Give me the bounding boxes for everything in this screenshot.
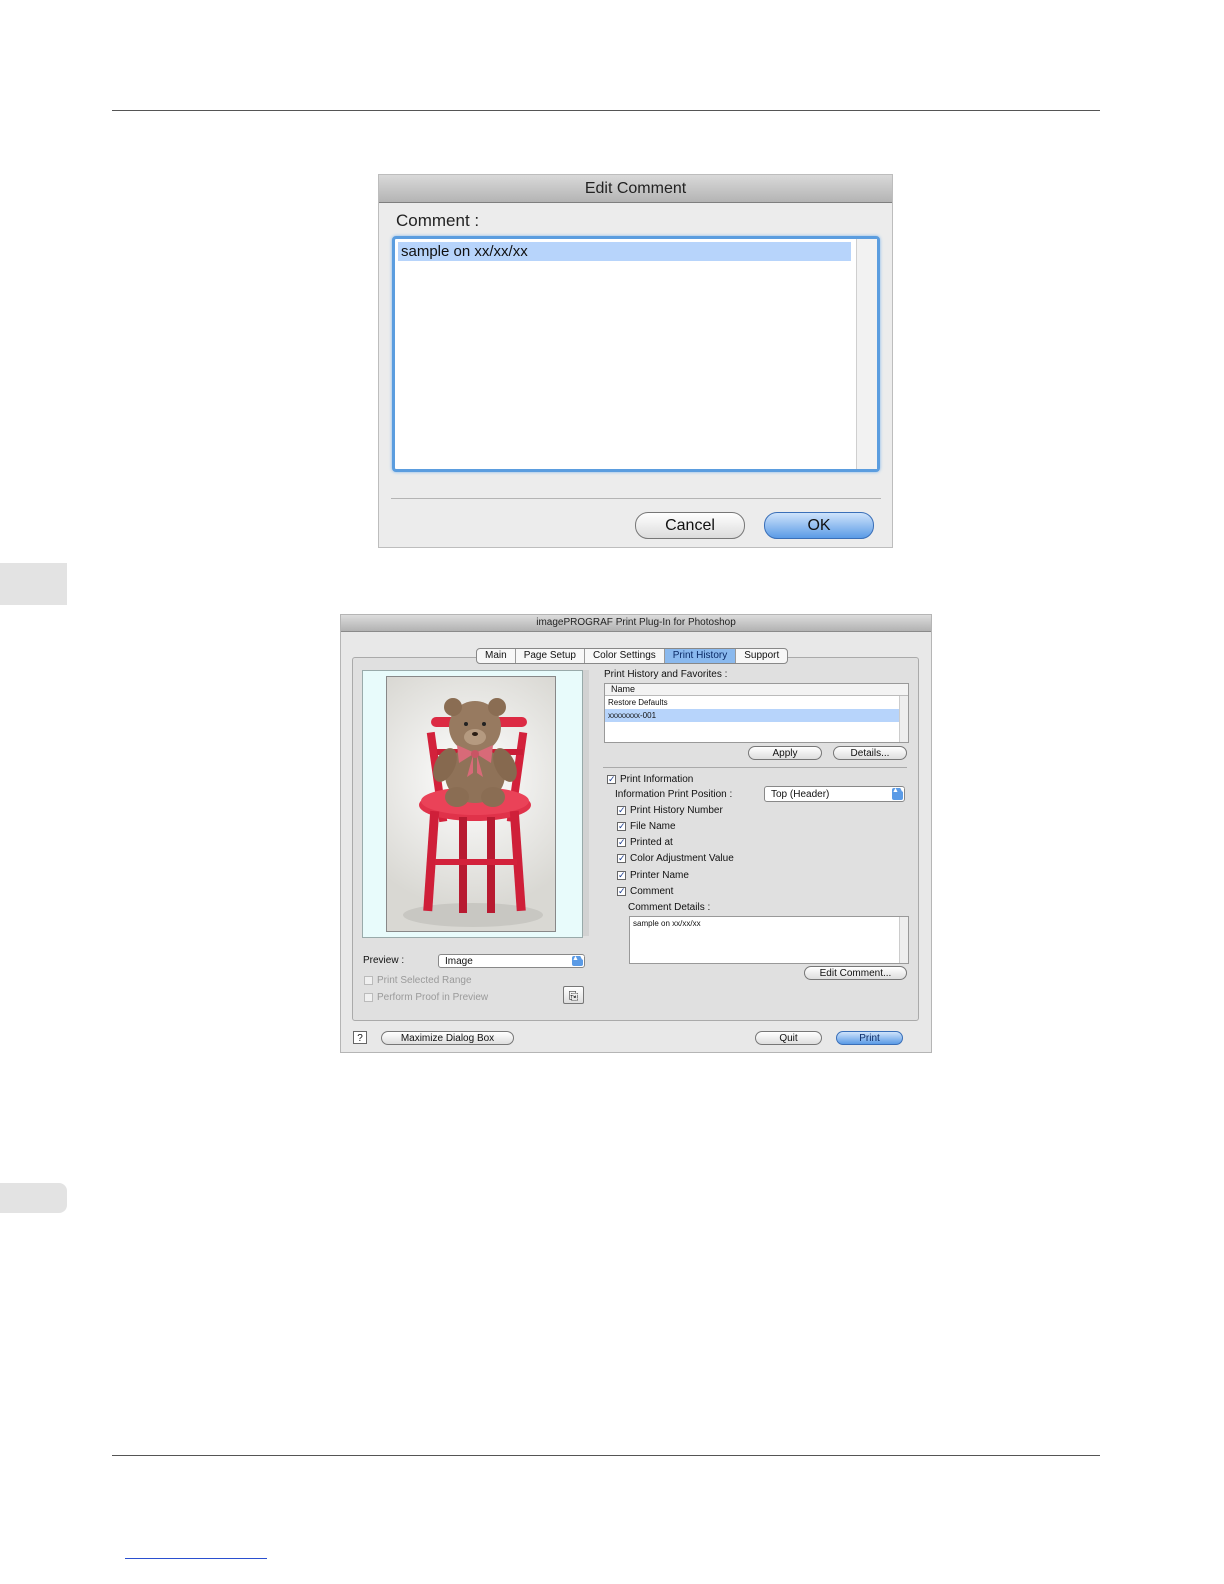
proof-icon: ⎘ — [568, 989, 579, 1003]
check-icon: ✓ — [618, 870, 626, 880]
comment-text[interactable]: sample on xx/xx/xx — [398, 242, 851, 261]
perform-proof-checkbox — [364, 993, 373, 1002]
proof-preview-button[interactable]: ⎘ — [563, 986, 584, 1004]
header-rule — [112, 110, 1100, 111]
printed-at-label: Printed at — [630, 837, 673, 848]
file-name-label: File Name — [630, 821, 676, 832]
quit-button[interactable]: Quit — [755, 1031, 822, 1045]
check-icon: ✓ — [608, 774, 616, 784]
footer-rule — [112, 1455, 1100, 1456]
print-information-checkbox[interactable]: ✓ — [607, 775, 616, 784]
perform-proof-label: Perform Proof in Preview — [377, 992, 489, 1003]
comment-label: Comment : — [396, 211, 480, 230]
comment-details-label: Comment Details : — [628, 902, 711, 913]
history-label: Print History and Favorites : — [604, 669, 728, 680]
tab-bar: Main Page Setup Color Settings Print His… — [476, 648, 789, 664]
history-row-label: xxxxxxxx-001 — [608, 711, 657, 720]
color-adjustment-label: Color Adjustment Value — [630, 853, 734, 864]
printer-name-label: Printer Name — [630, 870, 689, 881]
history-list: Name Restore Defaults xxxxxxxx-001 — [604, 683, 909, 743]
check-icon: ✓ — [618, 837, 626, 847]
check-icon: ✓ — [618, 886, 626, 896]
edit-comment-dialog: Edit Comment Comment : sample on xx/xx/x… — [379, 175, 892, 547]
side-tab-marker-lower — [0, 1183, 67, 1213]
history-row-label: Restore Defaults — [608, 698, 668, 707]
preview-label: Preview : — [363, 955, 405, 966]
printer-name-checkbox[interactable]: ✓ — [617, 871, 626, 880]
comment-checkbox[interactable]: ✓ — [617, 887, 626, 896]
preview-scrollbar[interactable] — [583, 670, 589, 936]
teddy-bear-on-chair-image — [403, 698, 543, 927]
tab-page-setup[interactable]: Page Setup — [516, 649, 585, 663]
preview-select[interactable]: Image ▲▼ — [438, 954, 586, 968]
preview-pane — [362, 670, 583, 938]
ok-button[interactable]: OK — [764, 512, 874, 539]
edit-comment-button[interactable]: Edit Comment... — [804, 966, 907, 980]
color-adjustment-checkbox[interactable]: ✓ — [617, 854, 626, 863]
dialog-separator — [391, 498, 881, 499]
comment-details-field[interactable]: sample on xx/xx/xx — [629, 916, 909, 964]
comment-details-text: sample on xx/xx/xx — [633, 919, 701, 928]
preview-image — [386, 676, 556, 932]
plugin-dialog: imagePROGRAF Print Plug-In for Photoshop… — [341, 615, 931, 1052]
side-tab-marker — [0, 563, 67, 605]
section-separator — [603, 767, 907, 768]
print-selected-range-checkbox — [364, 976, 373, 985]
preview-select-value: Image — [445, 956, 473, 967]
check-icon: ✓ — [618, 853, 626, 863]
footer-link-underline[interactable] — [125, 1558, 267, 1559]
plugin-dialog-title: imagePROGRAF Print Plug-In for Photoshop — [341, 615, 931, 632]
popup-arrows-icon: ▲▼ — [572, 955, 586, 966]
comment-label: Comment — [630, 886, 674, 897]
position-select[interactable]: Top (Header) ▲▼ — [764, 786, 906, 802]
printed-at-checkbox[interactable]: ✓ — [617, 838, 626, 847]
comment-textarea[interactable]: sample on xx/xx/xx — [392, 236, 880, 472]
history-scrollbar[interactable] — [899, 696, 908, 742]
file-name-checkbox[interactable]: ✓ — [617, 822, 626, 831]
comment-scrollbar[interactable] — [856, 239, 877, 469]
print-information-label: Print Information — [620, 774, 694, 785]
help-icon[interactable]: ? — [353, 1031, 367, 1044]
tab-support[interactable]: Support — [736, 649, 787, 663]
tab-color-settings[interactable]: Color Settings — [585, 649, 665, 663]
print-selected-range-label: Print Selected Range — [377, 975, 472, 986]
tab-print-history[interactable]: Print History — [664, 649, 737, 663]
dialog-title: Edit Comment — [379, 175, 892, 203]
apply-button[interactable]: Apply — [748, 746, 822, 760]
comment-details-scrollbar[interactable] — [899, 917, 908, 963]
tab-main[interactable]: Main — [477, 649, 516, 663]
popup-arrows-icon: ▲▼ — [892, 787, 906, 800]
check-icon: ✓ — [618, 821, 626, 831]
check-icon: ✓ — [618, 805, 626, 815]
details-button[interactable]: Details... — [833, 746, 907, 760]
cancel-button[interactable]: Cancel — [635, 512, 745, 539]
history-row-selected[interactable]: xxxxxxxx-001 — [605, 709, 908, 722]
position-select-value: Top (Header) — [771, 789, 830, 800]
print-history-number-checkbox[interactable]: ✓ — [617, 806, 626, 815]
maximize-dialog-button[interactable]: Maximize Dialog Box — [381, 1031, 514, 1045]
print-button[interactable]: Print — [836, 1031, 903, 1045]
position-label: Information Print Position : — [615, 789, 733, 800]
print-history-number-label: Print History Number — [630, 805, 723, 816]
history-row-restore-defaults[interactable]: Restore Defaults — [605, 696, 908, 709]
history-column-name[interactable]: Name — [605, 684, 908, 696]
